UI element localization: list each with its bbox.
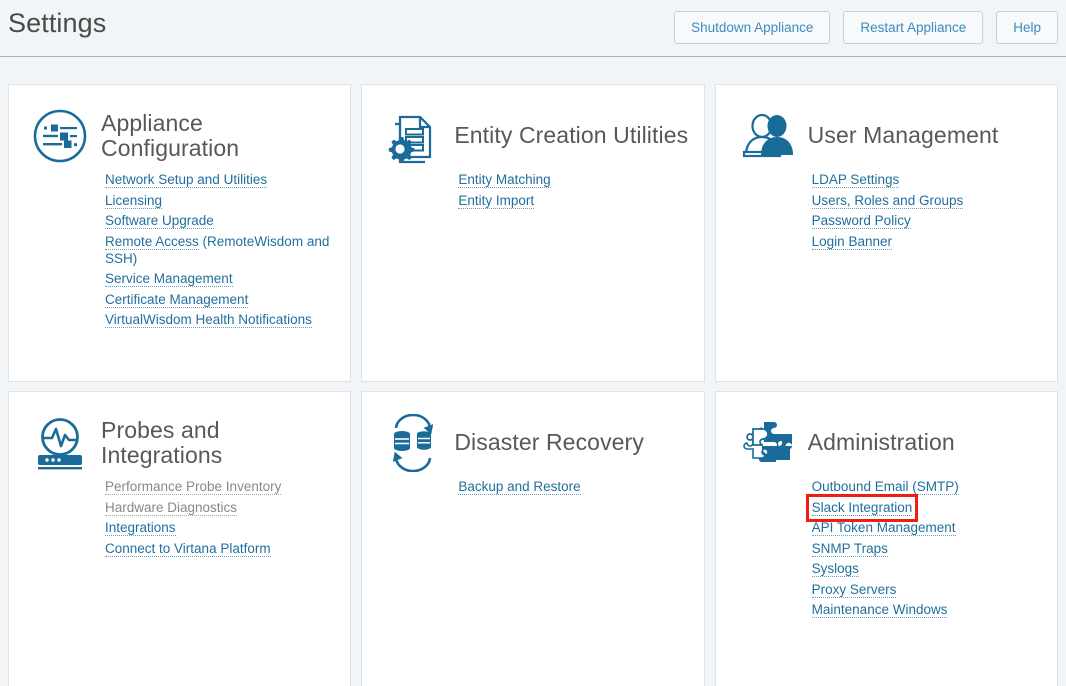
page-header: Settings Shutdown Appliance Restart Appl… [0,0,1066,57]
card-link-list: Entity Matching Entity Import [376,171,689,209]
settings-link[interactable]: Entity Import [458,192,535,209]
settings-card: Appliance Configuration Network Setup and… [8,84,352,382]
list-item: SNMP Traps [811,540,1043,557]
list-item: API Token Management [811,519,1043,536]
settings-link: Hardware Diagnostics [105,499,238,516]
settings-link[interactable]: Connect to Virtana Platform [105,540,271,557]
list-item: Slack Integration [805,493,1043,522]
restart-appliance-button[interactable]: Restart Appliance [843,11,984,44]
list-item: Users, Roles and Groups [811,192,1043,209]
settings-link[interactable]: Software Upgrade [105,213,214,229]
card-header: User Management [730,107,1043,165]
list-item: Entity Matching [458,171,689,188]
list-item: Syslogs [811,560,1043,577]
settings-link[interactable]: SNMP Traps [811,540,888,557]
list-item: Proxy Servers [811,581,1043,598]
database-sync-icon [384,414,442,472]
document-gear-icon [384,107,442,165]
card-link-list: LDAP Settings Users, Roles and Groups Pass… [730,171,1043,250]
settings-link[interactable]: Proxy Servers [811,581,897,598]
list-item: Hardware Diagnostics [105,499,336,516]
settings-link[interactable]: Slack Integration [805,493,919,522]
settings-link[interactable]: Integrations [105,520,176,536]
settings-link[interactable]: Users, Roles and Groups [811,192,964,209]
list-item: Certificate Management [105,291,336,308]
list-item: Maintenance Windows [811,601,1043,618]
settings-link[interactable]: API Token Management [811,520,956,536]
card-header: Entity Creation Utilities [376,107,689,165]
card-link-list: Backup and Restore [376,478,689,495]
list-item: Network Setup and Utilities [105,171,336,188]
puzzle-pieces-icon [738,414,796,472]
settings-link[interactable]: Maintenance Windows [811,602,948,618]
list-item: Password Policy [811,212,1043,229]
settings-link[interactable]: Backup and Restore [458,479,581,495]
list-item: Software Upgrade [105,212,336,229]
page-title: Settings [8,8,107,38]
list-item: Performance Probe Inventory [105,478,336,495]
card-title: Disaster Recovery [454,429,644,456]
users-icon [738,107,796,165]
help-button[interactable]: Help [996,11,1058,44]
settings-link[interactable]: Syslogs [811,561,859,577]
card-title: User Management [807,122,999,149]
card-header: Disaster Recovery [376,414,689,472]
list-item: Entity Import [458,192,689,209]
card-title: Appliance Configuration [101,109,240,161]
settings-link[interactable]: Password Policy [811,213,911,229]
card-link-list: Network Setup and Utilities Licensing Soft… [23,171,336,328]
settings-card: Probes and Integrations Performance Probe… [8,391,352,686]
settings-link[interactable]: Entity Matching [458,172,551,188]
settings-link[interactable]: Certificate Management [105,291,249,308]
settings-link[interactable]: Login Banner [811,233,892,250]
card-link-list: Outbound Email (SMTP) Slack Integration AP… [730,478,1043,618]
settings-card: Disaster Recovery Backup and Restore [361,391,705,686]
list-item: Integrations [105,519,336,536]
settings-card: User Management LDAP Settings Users, Roles… [714,84,1058,382]
list-item: Outbound Email (SMTP) [811,478,1043,495]
settings-card: Entity Creation Utilities Entity Matching… [361,84,705,382]
card-link-list: Performance Probe Inventory Hardware Diag… [23,478,336,557]
card-title: Administration [807,429,955,456]
list-item: Login Banner [811,233,1043,250]
list-item: Remote Access (RemoteWisdom and SSH) [105,233,336,267]
settings-card-grid: Appliance Configuration Network Setup and… [0,57,1066,686]
header-action-buttons: Shutdown Appliance Restart Appliance Hel… [674,11,1058,44]
settings-link[interactable]: LDAP Settings [811,172,900,188]
list-item: Licensing [105,192,336,209]
list-item: LDAP Settings [811,171,1043,188]
settings-link[interactable]: Network Setup and Utilities [105,172,268,188]
settings-link[interactable]: Outbound Email (SMTP) [811,479,959,495]
settings-link[interactable]: Remote Access [105,233,199,250]
sliders-circle-icon [31,107,89,165]
settings-card: Administration Outbound Email (SMTP) Slack… [714,391,1058,686]
shutdown-appliance-button[interactable]: Shutdown Appliance [674,11,831,44]
list-item: Backup and Restore [458,478,689,495]
card-title: Entity Creation Utilities [454,122,689,149]
settings-link[interactable]: VirtualWisdom Health Notifications [105,312,312,328]
card-title: Probes and Integrations [101,416,223,468]
settings-link: Performance Probe Inventory [105,479,282,495]
card-header: Administration [730,414,1043,472]
card-header: Probes and Integrations [23,414,336,472]
settings-link[interactable]: Licensing [105,192,163,209]
list-item: Connect to Virtana Platform [105,540,336,557]
settings-link[interactable]: Service Management [105,271,233,287]
probe-monitor-icon [31,414,89,472]
list-item: Service Management [105,270,336,287]
card-header: Appliance Configuration [23,107,336,165]
list-item: VirtualWisdom Health Notifications [105,311,336,328]
